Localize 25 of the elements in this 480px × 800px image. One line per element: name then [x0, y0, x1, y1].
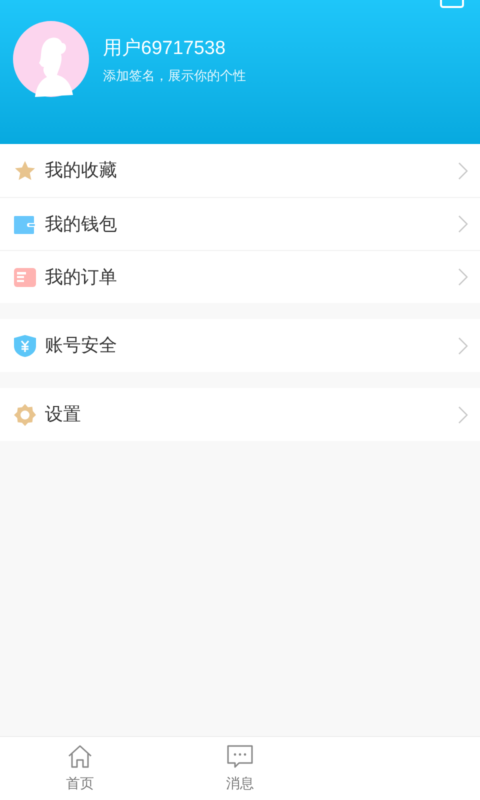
nav-tab[interactable]: 消息 — [160, 737, 320, 800]
menu-label: 我的收藏 — [45, 159, 118, 182]
home-icon — [66, 743, 94, 770]
menu-label: 设置 — [45, 403, 82, 426]
avatar[interactable] — [13, 21, 89, 97]
chevron-right-icon — [458, 215, 468, 233]
gear-icon — [13, 402, 37, 426]
menu-label: 我的钱包 — [45, 212, 118, 236]
chat-icon — [226, 743, 254, 770]
nav-tab[interactable]: 首页 — [0, 737, 160, 800]
chevron-right-icon — [458, 406, 468, 424]
menu-item[interactable]: 我的钱包 — [0, 197, 480, 250]
menu-item[interactable]: 我的收藏 — [0, 144, 480, 197]
shield-icon — [13, 334, 37, 358]
username: 用户69717538 — [103, 38, 227, 60]
menu-item[interactable]: 设置 — [0, 388, 480, 441]
menu-label: 我的订单 — [45, 266, 118, 288]
menu-item[interactable]: 账号安全 — [0, 319, 480, 372]
chevron-right-icon — [458, 162, 468, 180]
document-icon — [13, 265, 37, 289]
star-icon — [13, 158, 37, 182]
chevron-right-icon — [458, 268, 468, 286]
menu-item[interactable]: 我的订单 — [0, 250, 480, 303]
chevron-right-icon — [458, 336, 468, 354]
menu-label: 账号安全 — [45, 334, 118, 357]
